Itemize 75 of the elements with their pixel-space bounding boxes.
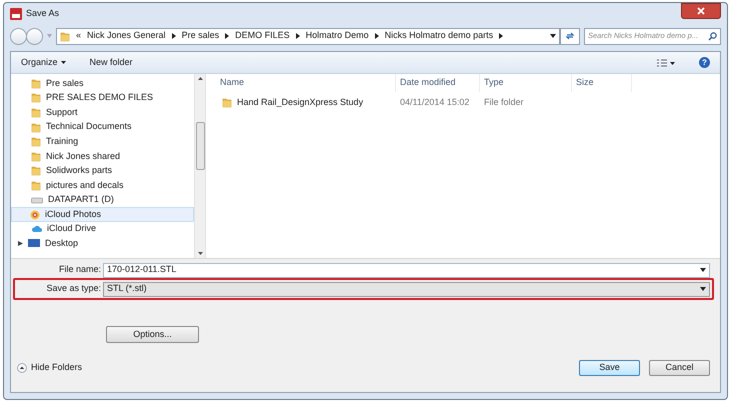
sidebar-item[interactable]: Technical Documents <box>11 120 194 134</box>
help-button[interactable]: ? <box>699 57 710 68</box>
folder-icon <box>31 106 41 118</box>
arrow-icon <box>172 33 176 39</box>
expand-arrow-icon <box>18 241 23 246</box>
sidebar-item[interactable]: Support <box>11 105 194 120</box>
field-label: File name: <box>58 263 102 276</box>
folder-icon <box>222 97 232 108</box>
app-icon <box>10 8 22 20</box>
column-header[interactable]: Date modified <box>396 74 480 92</box>
sidebar-item[interactable]: Nick Jones shared <box>11 148 194 164</box>
cancel-button[interactable]: Cancel <box>649 360 710 376</box>
cloud-icon <box>31 225 42 234</box>
column-header[interactable]: Size <box>572 74 632 92</box>
sidebar-item[interactable]: Training <box>11 134 194 149</box>
window-title: Save As <box>26 7 60 20</box>
arrow-icon <box>499 33 504 39</box>
folder-icon <box>31 78 41 89</box>
file-name-field[interactable]: 170-012-011.STL <box>103 262 710 278</box>
scroll-up-icon[interactable] <box>198 77 202 80</box>
refresh-icon <box>565 31 575 41</box>
scroll-down-icon[interactable] <box>198 252 202 255</box>
sidebar-item[interactable]: DATAPART1 (D) <box>11 192 194 208</box>
save-type-dropdown[interactable]: STL (*.stl) <box>103 282 710 296</box>
view-options-icon <box>657 58 675 66</box>
scrollbar-thumb[interactable] <box>196 122 204 170</box>
folder-icon <box>31 180 41 191</box>
breadcrumb[interactable]: Nicks Holmatro demo parts <box>384 29 494 43</box>
address-bar[interactable]: « Nick Jones General Pre sales DEMO FILES Holmatro Demo Nicks Holmatro demo parts <box>56 28 560 44</box>
folder-icon <box>60 30 70 42</box>
drive-icon <box>31 196 43 204</box>
flower-icon <box>30 210 40 220</box>
column-header[interactable]: Name <box>206 74 396 92</box>
close-icon <box>697 7 705 15</box>
save-button[interactable]: Save <box>579 360 640 376</box>
monitor-icon <box>28 239 40 248</box>
dropdown-arrow-icon <box>700 287 706 291</box>
sidebar-item[interactable]: Solidworks parts <box>11 164 194 178</box>
new-folder-button[interactable]: New folder <box>90 56 133 70</box>
folder-icon <box>31 165 41 176</box>
sidebar-item[interactable]: pictures and decals <box>11 178 194 193</box>
close-button[interactable] <box>681 3 721 19</box>
dropdown-arrow-icon <box>700 268 706 272</box>
field-label: Save as type: <box>45 282 102 296</box>
breadcrumb[interactable]: Holmatro Demo <box>306 29 369 43</box>
caret-icon <box>60 61 66 64</box>
sidebar-item[interactable]: Pre sales <box>11 76 194 91</box>
collapse-icon <box>17 363 27 373</box>
column-header[interactable]: Type <box>480 74 572 92</box>
options-button[interactable]: Options... <box>106 326 199 343</box>
sidebar-item[interactable]: PRE SALES DEMO FILES <box>11 90 194 106</box>
sidebar-item[interactable]: Desktop <box>11 236 194 252</box>
hide-folders-button[interactable]: Hide Folders <box>17 361 82 375</box>
breadcrumb[interactable]: Pre sales <box>182 29 220 43</box>
arrow-icon <box>296 33 300 39</box>
file-name[interactable]: Hand Rail_DesignXpress Study <box>237 96 364 110</box>
dropdown-arrow-icon <box>550 34 556 38</box>
table-cell-text: File folder <box>483 96 525 109</box>
sidebar-item[interactable]: iCloud Photos <box>11 207 194 222</box>
breadcrumb[interactable]: Nick Jones General <box>87 29 166 43</box>
breadcrumb[interactable]: DEMO FILES <box>235 29 290 43</box>
table-cell-text: 04/11/2014 15:02 <box>399 96 470 109</box>
folder-icon <box>31 122 41 133</box>
folder-icon <box>31 150 41 162</box>
recent-pages-icon <box>47 34 52 38</box>
folder-icon <box>31 136 41 148</box>
arrow-icon <box>225 33 230 39</box>
arrow-icon <box>374 33 379 39</box>
sidebar-item[interactable]: iCloud Drive <box>11 222 194 237</box>
folder-icon <box>31 92 41 104</box>
overflow-chevron[interactable]: « <box>76 29 82 43</box>
search-icon <box>708 32 717 40</box>
scrollbar[interactable] <box>194 74 206 258</box>
refresh-button[interactable] <box>560 28 580 44</box>
organize-button[interactable]: Organize <box>21 56 66 70</box>
